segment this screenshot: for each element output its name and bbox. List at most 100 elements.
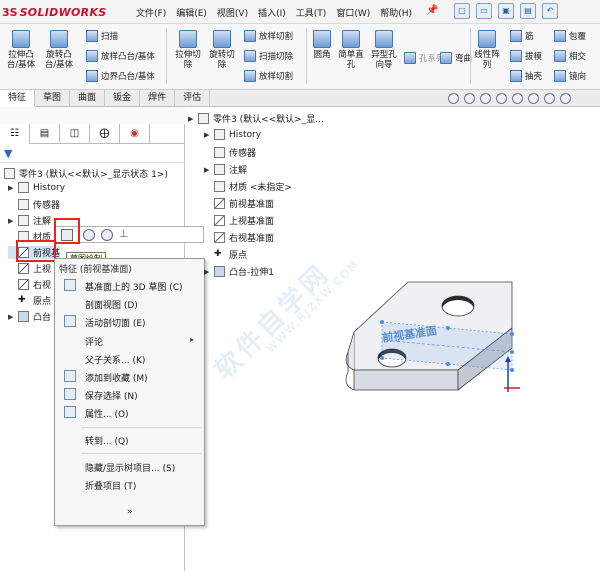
viewport-tree-root[interactable]: ▶ 零件3 (默认<<默认>_显... bbox=[188, 112, 324, 125]
plane-handle[interactable] bbox=[446, 326, 450, 330]
part-model[interactable] bbox=[340, 270, 550, 420]
pin-icon[interactable]: 📌 bbox=[426, 5, 438, 16]
plane-handle[interactable] bbox=[446, 362, 450, 366]
loft-boss-button[interactable]: 放样凸台/基体 bbox=[86, 50, 155, 62]
expand-arrow-icon[interactable]: ▶ bbox=[188, 115, 194, 123]
flex-button[interactable]: 弯曲 bbox=[440, 52, 472, 64]
menu-item-parent-child[interactable]: 父子关系... (K) bbox=[85, 353, 145, 366]
menu-file[interactable]: 文件(F) bbox=[136, 6, 166, 19]
tree-item-annotations[interactable]: ▶ 注解 bbox=[8, 214, 51, 227]
undo-icon[interactable]: ↶ bbox=[542, 3, 558, 19]
tab-surfaces[interactable]: 曲面 bbox=[70, 90, 106, 107]
tree-item-boss-extrude[interactable]: ▶ 凸台 bbox=[8, 310, 51, 323]
menu-item-add-favorite[interactable]: 添加到收藏 (M) bbox=[85, 371, 148, 384]
viewport-tree-sensors[interactable]: 传感器 bbox=[204, 146, 256, 159]
open-icon[interactable]: ▭ bbox=[476, 3, 492, 19]
revolve-boss-button[interactable]: 旋转凸 台/基体 bbox=[42, 30, 76, 70]
hole-wizard-button[interactable]: 异型孔 向导 bbox=[368, 30, 400, 70]
expand-arrow-icon[interactable]: ▶ bbox=[8, 313, 14, 321]
zoom-fit-icon[interactable] bbox=[448, 93, 459, 104]
plane-handle[interactable] bbox=[510, 368, 514, 372]
loft-cut-button-2[interactable]: 放样切割 bbox=[244, 70, 293, 82]
hole-series-button[interactable]: 孔系列 bbox=[404, 52, 445, 64]
viewport-tree-right-plane[interactable]: 右视基准面 bbox=[204, 231, 274, 244]
property-manager-tab-icon[interactable]: ▤ bbox=[30, 124, 60, 144]
wrap-button[interactable]: 包覆 bbox=[554, 30, 586, 42]
tab-sketch[interactable]: 草图 bbox=[35, 90, 71, 107]
simple-hole-button[interactable]: 简单直 孔 bbox=[336, 30, 366, 70]
menu-help[interactable]: 帮助(H) bbox=[380, 6, 412, 19]
menu-item-comment[interactable]: 评论 bbox=[85, 335, 103, 348]
rib-button[interactable]: 筋 bbox=[510, 30, 534, 42]
tab-weldments[interactable]: 焊件 bbox=[140, 90, 176, 107]
filter-icon[interactable]: ▼ bbox=[4, 147, 12, 160]
menu-tools[interactable]: 工具(T) bbox=[296, 6, 327, 19]
plane-handle[interactable] bbox=[380, 320, 384, 324]
tree-item-origin[interactable]: ✚ 原点 bbox=[8, 294, 51, 307]
menu-item-hide-show-tree[interactable]: 隐藏/显示树项目... (S) bbox=[85, 461, 175, 474]
expand-arrow-icon[interactable]: ▶ bbox=[204, 166, 210, 174]
viewport-tree-top-plane[interactable]: 上视基准面 bbox=[204, 214, 274, 227]
fillet-button[interactable]: 圆角 bbox=[310, 30, 334, 60]
menu-view[interactable]: 视图(V) bbox=[217, 6, 248, 19]
axis-icon[interactable]: ⊥ bbox=[119, 228, 131, 241]
normal-to-icon[interactable] bbox=[101, 229, 113, 241]
previous-view-icon[interactable] bbox=[480, 93, 491, 104]
tree-root[interactable]: 零件3 (默认<<默认>_显示状态 1>) bbox=[4, 167, 168, 180]
section-view-icon[interactable] bbox=[496, 93, 507, 104]
mirror-button[interactable]: 镜向 bbox=[554, 70, 586, 82]
plane-handle[interactable] bbox=[380, 356, 384, 360]
tree-filter[interactable]: ▼ bbox=[0, 145, 185, 163]
sweep-button[interactable]: 扫描 bbox=[86, 30, 118, 42]
pane-grip[interactable] bbox=[0, 107, 185, 124]
feature-manager-tab-icon[interactable]: ☷ bbox=[0, 124, 30, 144]
revolve-cut-button[interactable]: 旋转切 除 bbox=[206, 30, 238, 70]
menu-item-section-view[interactable]: 剖面视图 (D) bbox=[85, 298, 138, 311]
menu-item-live-section[interactable]: 活动剖切面 (E) bbox=[85, 316, 146, 329]
linear-pattern-button[interactable]: 线性阵 列 bbox=[472, 30, 502, 70]
menu-item-save-selection[interactable]: 保存选择 (N) bbox=[85, 389, 138, 402]
display-manager-tab-icon[interactable]: ◉ bbox=[120, 124, 150, 144]
viewport-tree-origin[interactable]: ✚ 原点 bbox=[204, 248, 247, 261]
menu-item-collapse[interactable]: 折叠项目 (T) bbox=[85, 479, 136, 492]
plane-handle[interactable] bbox=[510, 350, 514, 354]
expand-arrow-icon[interactable]: ▶ bbox=[8, 217, 14, 225]
save-icon[interactable]: ▣ bbox=[498, 3, 514, 19]
print-icon[interactable]: ▤ bbox=[520, 3, 536, 19]
plane-handle[interactable] bbox=[510, 332, 514, 336]
menu-edit[interactable]: 编辑(E) bbox=[176, 6, 207, 19]
menu-item-properties[interactable]: 属性... (O) bbox=[85, 407, 129, 420]
tab-features[interactable]: 特征 bbox=[0, 90, 36, 107]
menu-item-go-to[interactable]: 转到... (Q) bbox=[85, 434, 129, 447]
boundary-boss-button[interactable]: 边界凸台/基体 bbox=[86, 70, 155, 82]
extrude-boss-button[interactable]: 拉伸凸 台/基体 bbox=[4, 30, 38, 70]
tree-item-right-plane[interactable]: 右视 bbox=[8, 278, 51, 291]
viewport-tree-history[interactable]: ▶ History bbox=[204, 129, 261, 140]
menu-insert[interactable]: 插入(I) bbox=[258, 6, 286, 19]
show-hide-icon[interactable] bbox=[83, 229, 95, 241]
menu-window[interactable]: 窗口(W) bbox=[336, 6, 370, 19]
expand-arrow-icon[interactable]: ▶ bbox=[8, 184, 14, 192]
tab-sheet-metal[interactable]: 钣金 bbox=[105, 90, 141, 107]
intersect-button[interactable]: 相交 bbox=[554, 50, 586, 62]
menu-item-3d-sketch[interactable]: 基准面上的 3D 草图 (C) bbox=[85, 280, 183, 293]
shell-button[interactable]: 抽壳 bbox=[510, 70, 542, 82]
view-orientation-icon[interactable] bbox=[512, 93, 523, 104]
viewport-tree-boss-extrude[interactable]: ▶ 凸台-拉伸1 bbox=[204, 265, 274, 278]
appearance-icon[interactable] bbox=[560, 93, 571, 104]
configuration-manager-tab-icon[interactable]: ◫ bbox=[60, 124, 90, 144]
sweep-cut-button[interactable]: 扫描切除 bbox=[244, 50, 293, 62]
tab-evaluate[interactable]: 评估 bbox=[175, 90, 211, 107]
draft-button[interactable]: 拔模 bbox=[510, 50, 542, 62]
viewport-tree-material[interactable]: 材质 <未指定> bbox=[204, 180, 292, 193]
tree-item-sensors[interactable]: 传感器 bbox=[8, 198, 60, 211]
loft-cut-button[interactable]: 放样切割 bbox=[244, 30, 293, 42]
viewport-tree-front-plane[interactable]: 前视基准面 bbox=[204, 197, 274, 210]
expand-arrow-icon[interactable]: ▶ bbox=[204, 131, 210, 139]
hide-show-icon[interactable] bbox=[544, 93, 555, 104]
dimxpert-tab-icon[interactable]: ⨁ bbox=[90, 124, 120, 144]
display-style-icon[interactable] bbox=[528, 93, 539, 104]
tree-item-top-plane[interactable]: 上视 bbox=[8, 262, 51, 275]
menu-expand-more[interactable]: » bbox=[127, 507, 133, 517]
new-icon[interactable]: □ bbox=[454, 3, 470, 19]
